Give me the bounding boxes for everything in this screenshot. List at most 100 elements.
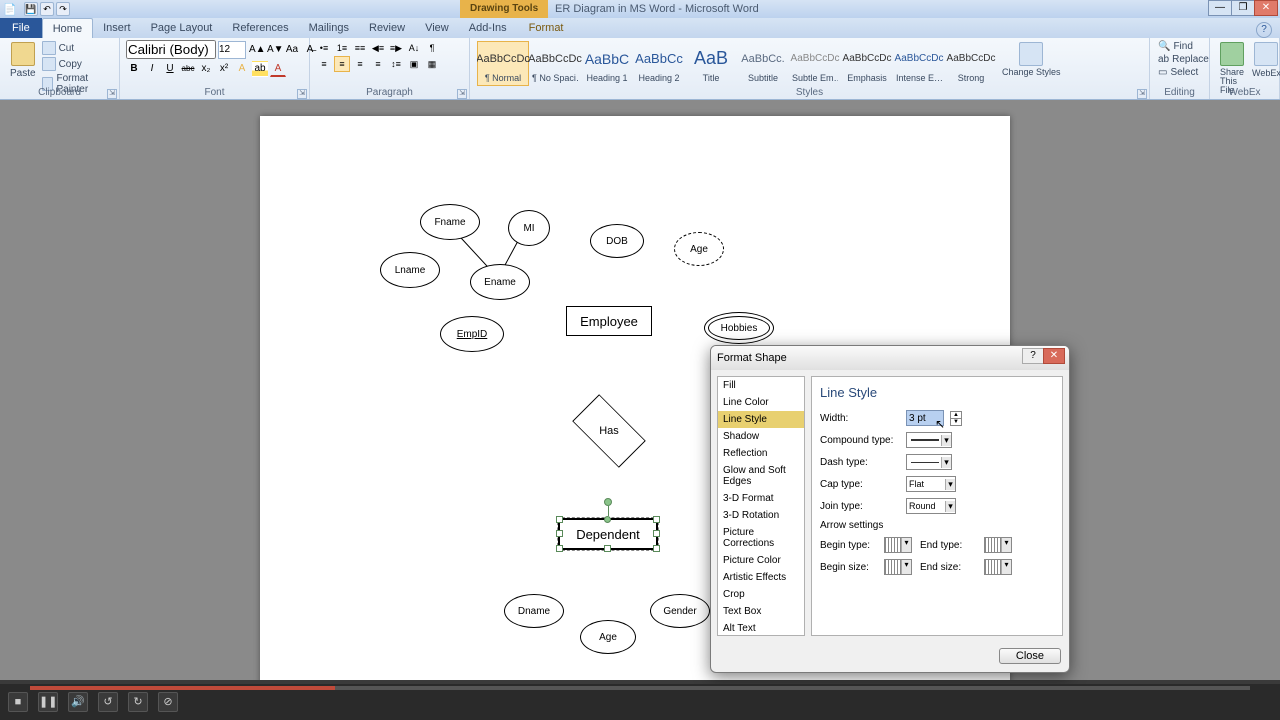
resize-handle[interactable] xyxy=(556,516,563,523)
dialog-close-footer-button[interactable]: Close xyxy=(999,648,1061,664)
styles-gallery[interactable]: AaBbCcDc¶ NormalAaBbCcDc¶ No Spaci…AaBbC… xyxy=(476,40,998,87)
style-item[interactable]: AaBTitle xyxy=(685,41,737,86)
compound-type-combo[interactable]: ▾ xyxy=(906,432,952,448)
stop-button[interactable]: ⊘ xyxy=(158,692,178,712)
dialog-close-button[interactable]: ✕ xyxy=(1043,348,1065,364)
tab-file[interactable]: File xyxy=(0,18,42,38)
font-size-combo[interactable] xyxy=(218,41,246,59)
volume-button[interactable]: 🔊 xyxy=(68,692,88,712)
category-item[interactable]: Crop xyxy=(718,586,804,603)
bullets-button[interactable]: •≡ xyxy=(316,40,332,56)
resize-handle[interactable] xyxy=(556,545,563,552)
tab-format[interactable]: Format xyxy=(519,18,574,38)
copy-button[interactable]: Copy xyxy=(40,56,113,72)
underline-button[interactable]: U xyxy=(162,61,178,77)
redo-icon[interactable]: ↷ xyxy=(56,2,70,16)
attr-fname[interactable]: Fname xyxy=(420,204,480,240)
find-button[interactable]: 🔍Find xyxy=(1156,40,1195,53)
attr-dname[interactable]: Dname xyxy=(504,594,564,628)
save-icon[interactable]: 💾 xyxy=(24,2,38,16)
attr-gender[interactable]: Gender xyxy=(650,594,710,628)
justify-button[interactable]: ≡ xyxy=(370,56,386,72)
category-item[interactable]: Text Box xyxy=(718,603,804,620)
attr-age[interactable]: Age xyxy=(674,232,724,266)
undo-icon[interactable]: ↶ xyxy=(40,2,54,16)
join-type-combo[interactable]: Round▾ xyxy=(906,498,956,514)
attr-ename[interactable]: Ename xyxy=(470,264,530,300)
category-item[interactable]: 3-D Rotation xyxy=(718,507,804,524)
tab-home[interactable]: Home xyxy=(42,18,93,38)
font-name-combo[interactable] xyxy=(126,40,216,59)
attr-mi[interactable]: MI xyxy=(508,210,550,246)
replace-button[interactable]: abReplace xyxy=(1156,53,1211,66)
category-item[interactable]: Picture Color xyxy=(718,552,804,569)
style-item[interactable]: AaBbCcDc¶ Normal xyxy=(477,41,529,86)
paragraph-launcher[interactable]: ⇲ xyxy=(457,89,467,99)
width-up-button[interactable]: ▲ xyxy=(951,412,961,419)
superscript-button[interactable]: x² xyxy=(216,61,232,77)
align-center-button[interactable]: ≡ xyxy=(334,56,350,72)
entity-employee[interactable]: Employee xyxy=(566,306,652,336)
begin-size-combo[interactable]: ▾ xyxy=(884,559,912,575)
rotate-handle[interactable] xyxy=(604,498,612,506)
resize-handle[interactable] xyxy=(604,545,611,552)
shrink-font-button[interactable]: A▼ xyxy=(266,42,282,58)
category-item[interactable]: Alt Text xyxy=(718,620,804,636)
tab-references[interactable]: References xyxy=(222,18,298,38)
category-item[interactable]: 3-D Format xyxy=(718,490,804,507)
italic-button[interactable]: I xyxy=(144,61,160,77)
maximize-button[interactable]: ❐ xyxy=(1231,0,1255,16)
line-spacing-button[interactable]: ↕≡ xyxy=(388,56,404,72)
dialog-help-button[interactable]: ? xyxy=(1022,348,1044,364)
clipboard-launcher[interactable]: ⇲ xyxy=(107,89,117,99)
highlight-button[interactable]: ab xyxy=(252,61,268,77)
category-item[interactable]: Line Style xyxy=(718,411,804,428)
bold-button[interactable]: B xyxy=(126,61,142,77)
style-item[interactable]: AaBbCc.Subtitle xyxy=(737,41,789,86)
resize-handle[interactable] xyxy=(653,516,660,523)
grow-font-button[interactable]: A▲ xyxy=(248,42,264,58)
pause-button[interactable]: ❚❚ xyxy=(38,692,58,712)
cap-type-combo[interactable]: Flat▾ xyxy=(906,476,956,492)
minimize-button[interactable]: — xyxy=(1208,0,1232,16)
close-button[interactable]: ✕ xyxy=(1254,0,1278,16)
text-effects-button[interactable]: A xyxy=(234,61,250,77)
tab-review[interactable]: Review xyxy=(359,18,415,38)
subscript-button[interactable]: x₂ xyxy=(198,61,214,77)
strike-button[interactable]: abc xyxy=(180,61,196,77)
tab-view[interactable]: View xyxy=(415,18,459,38)
style-item[interactable]: AaBbCcDcIntense E… xyxy=(893,41,945,86)
forward-button[interactable]: ↻ xyxy=(128,692,148,712)
change-styles-button[interactable]: Change Styles xyxy=(998,40,1065,79)
numbering-button[interactable]: 1≡ xyxy=(334,40,350,56)
attr-empid[interactable]: EmpID xyxy=(440,316,504,352)
category-item[interactable]: Glow and Soft Edges xyxy=(718,462,804,490)
attr-hobbies[interactable]: Hobbies xyxy=(704,312,774,344)
category-item[interactable]: Fill xyxy=(718,377,804,394)
attr-age2[interactable]: Age xyxy=(580,620,636,654)
style-item[interactable]: AaBbCcDc¶ No Spaci… xyxy=(529,41,581,86)
resize-handle[interactable] xyxy=(653,530,660,537)
progress-track[interactable] xyxy=(30,686,1250,690)
dialog-titlebar[interactable]: Format Shape ? ✕ xyxy=(711,346,1069,370)
borders-button[interactable]: ▦ xyxy=(424,56,440,72)
attr-dob[interactable]: DOB xyxy=(590,224,644,258)
paste-button[interactable]: Paste xyxy=(6,40,40,81)
resize-handle[interactable] xyxy=(604,516,611,523)
entity-dependent[interactable]: Dependent xyxy=(558,518,658,550)
font-color-button[interactable]: A xyxy=(270,61,286,77)
style-item[interactable]: AaBbCcDcStrong xyxy=(945,41,997,86)
webex-button[interactable]: WebEx xyxy=(1248,40,1280,80)
sort-button[interactable]: A↓ xyxy=(406,40,422,56)
align-left-button[interactable]: ≡ xyxy=(316,56,332,72)
change-case-button[interactable]: Aa xyxy=(284,42,300,58)
format-shape-dialog[interactable]: Format Shape ? ✕ FillLine ColorLine Styl… xyxy=(710,345,1070,673)
style-item[interactable]: AaBbCHeading 1 xyxy=(581,41,633,86)
font-launcher[interactable]: ⇲ xyxy=(297,89,307,99)
width-down-button[interactable]: ▼ xyxy=(951,419,961,425)
resize-handle[interactable] xyxy=(556,530,563,537)
align-right-button[interactable]: ≡ xyxy=(352,56,368,72)
shading-button[interactable]: ▣ xyxy=(406,56,422,72)
tab-page-layout[interactable]: Page Layout xyxy=(141,18,223,38)
attr-lname[interactable]: Lname xyxy=(380,252,440,288)
